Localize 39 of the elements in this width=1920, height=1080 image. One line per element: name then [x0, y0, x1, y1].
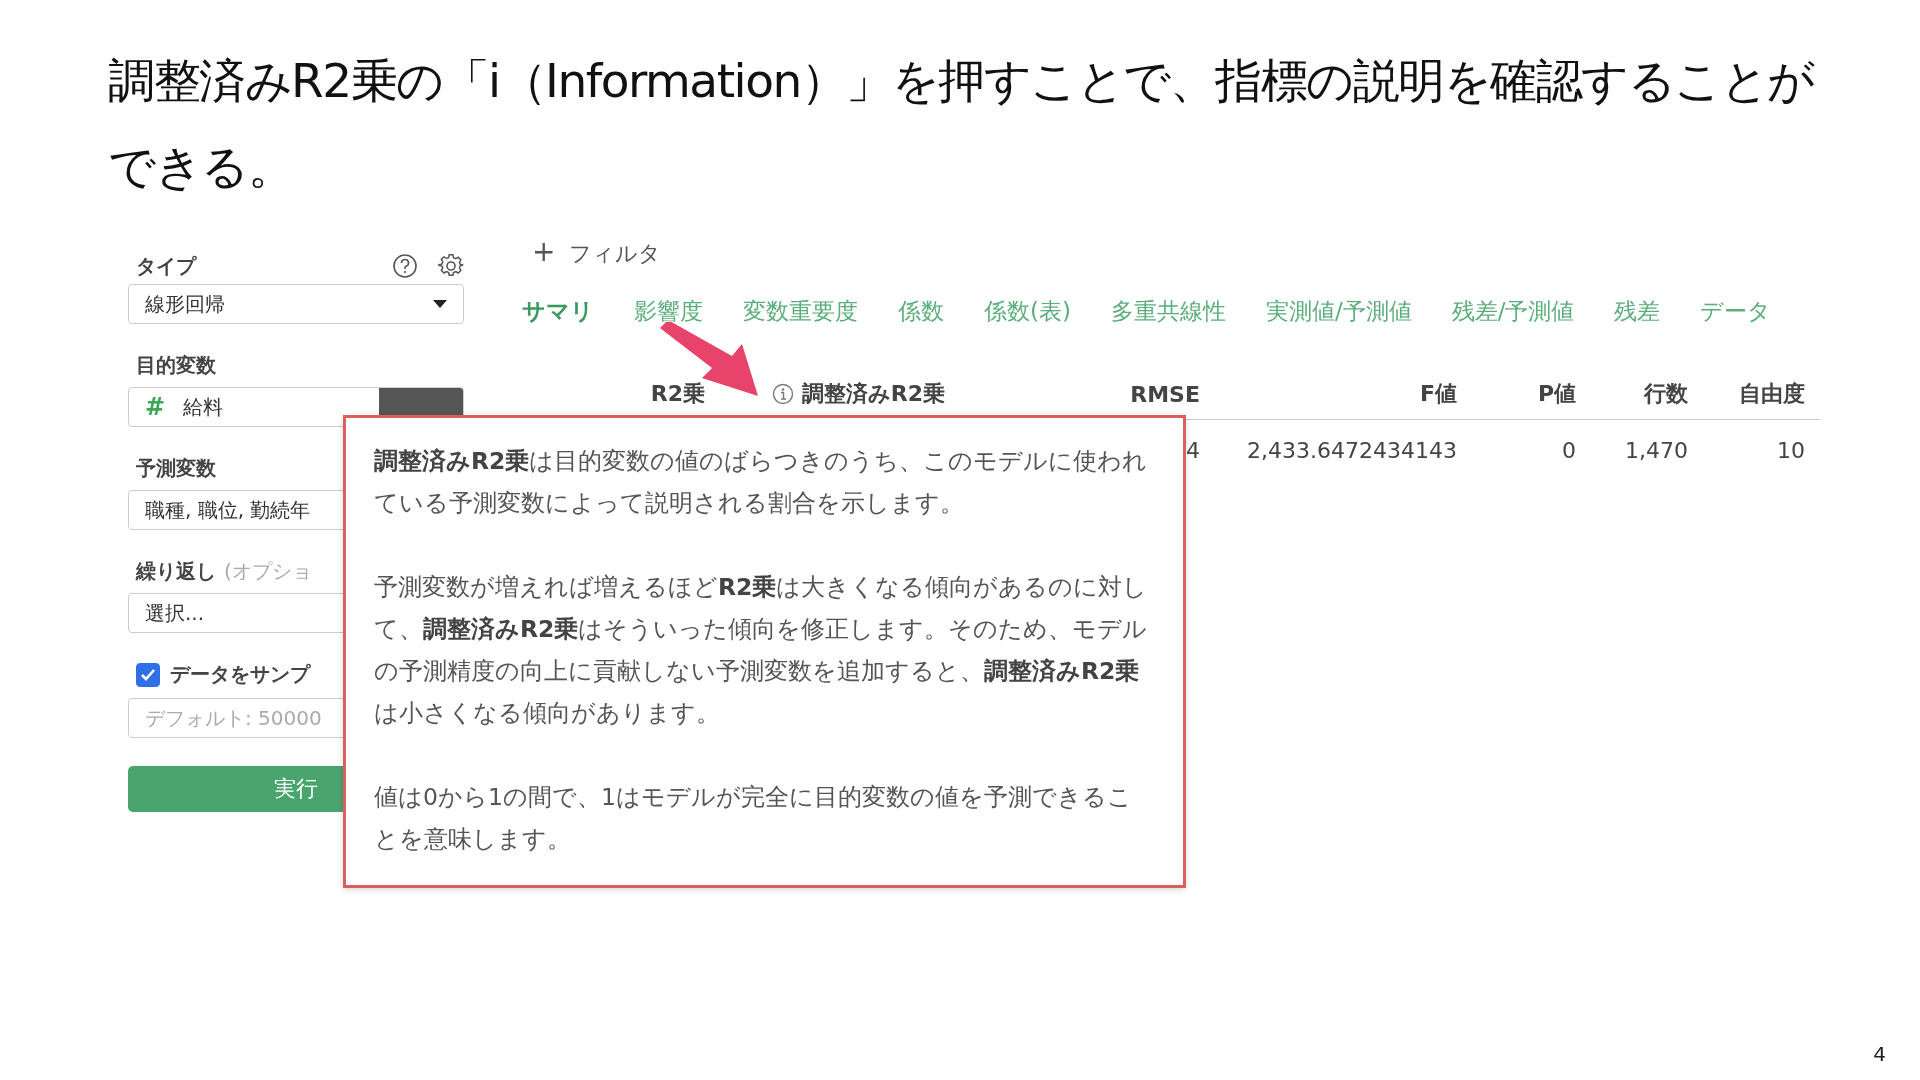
slide-title: 調整済みR2乗の「i（Information）」を押すことで、指標の説明を確認することができる。	[107, 52, 1816, 196]
table-cell: 4	[1186, 437, 1200, 463]
check-icon	[140, 667, 156, 682]
column-header: 行数	[1644, 380, 1688, 408]
help-icon[interactable]	[392, 253, 418, 279]
table-cell: 2,433.6472434143	[1247, 437, 1457, 463]
optional-hint: (オプショ	[224, 558, 312, 585]
tab[interactable]: 実測値/予測値	[1265, 290, 1412, 333]
table-cell: 1,470	[1625, 437, 1688, 463]
tab[interactable]: データ	[1700, 290, 1772, 333]
checkbox[interactable]	[136, 662, 160, 687]
tab[interactable]: サマリ	[522, 290, 594, 333]
column-header: P値	[1537, 380, 1576, 408]
column-header: RMSE	[1130, 381, 1200, 407]
tab[interactable]: 残差	[1614, 290, 1661, 333]
field-label: 繰り返し	[136, 558, 216, 585]
table-cell: 0	[1562, 437, 1576, 463]
tab[interactable]: 影響度	[634, 290, 703, 333]
page-number: 4	[1873, 1042, 1886, 1066]
column-header: R2乗	[650, 380, 705, 408]
field-label: 予測変数	[135, 455, 216, 482]
tab[interactable]: 変数重要度	[743, 290, 858, 333]
column-header: F値	[1419, 380, 1457, 408]
add-filter-button[interactable]: + フィルタ	[520, 234, 670, 270]
tab[interactable]: 残差/予測値	[1451, 290, 1575, 333]
number-type-icon: #	[145, 393, 166, 421]
table-cell: 10	[1777, 437, 1805, 463]
checkbox-label: データをサンプ	[170, 661, 310, 688]
caret-icon	[433, 300, 447, 308]
column-header: 自由度	[1739, 380, 1805, 408]
field-label: 目的変数	[135, 352, 216, 379]
column-header: 調整済みR2乗	[801, 380, 945, 408]
settings-icon[interactable]	[438, 253, 464, 279]
tab[interactable]: 多重共線性	[1110, 290, 1226, 333]
tab[interactable]: 係数(表)	[984, 290, 1071, 333]
tab[interactable]: 係数	[898, 290, 944, 333]
type-select[interactable]: 線形回帰	[128, 284, 464, 324]
field-label: タイプ	[136, 252, 196, 280]
info-icon[interactable]	[771, 383, 794, 405]
